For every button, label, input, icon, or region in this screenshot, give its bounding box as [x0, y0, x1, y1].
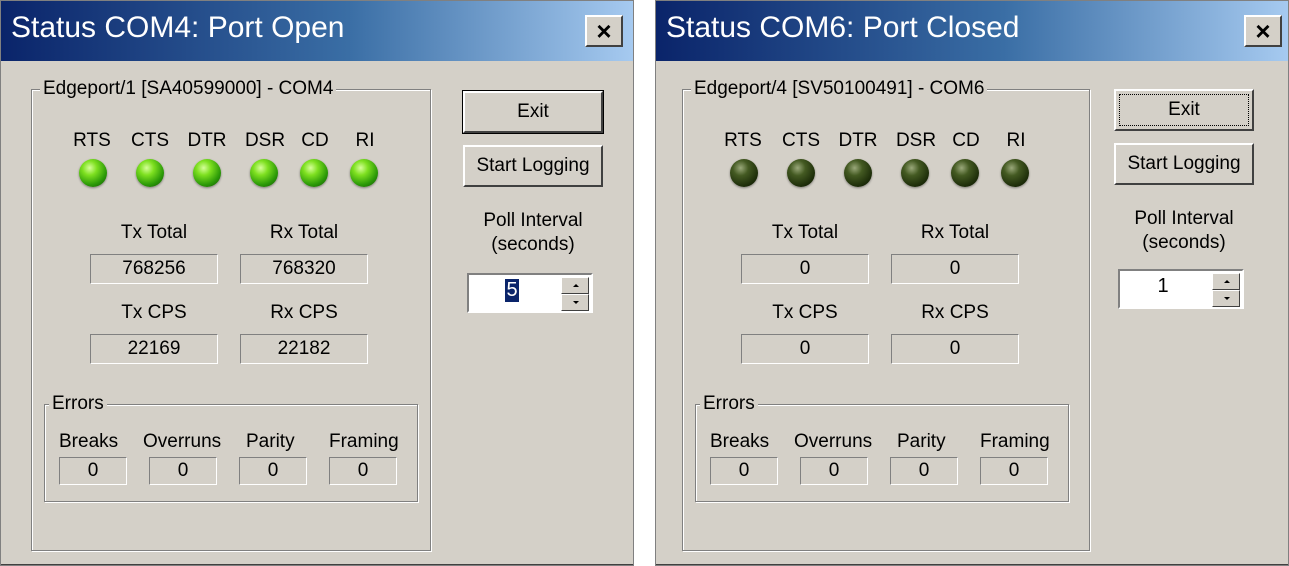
window-bottom-border	[656, 564, 1288, 565]
signal-label-ri: RI	[1006, 130, 1026, 151]
poll-interval-line2: (seconds)	[1142, 232, 1226, 253]
window-title: Status COM6: Port Closed	[666, 11, 1020, 44]
rx-total-label: Rx Total	[269, 222, 339, 243]
overruns-value: 0	[149, 457, 217, 485]
title-bar[interactable]: Status COM6: Port Closed ×	[656, 1, 1288, 61]
parity-label: Parity	[246, 431, 295, 452]
parity-value: 0	[890, 457, 958, 485]
spin-up-arrow-icon	[1224, 280, 1230, 283]
window-title: Status COM4: Port Open	[11, 11, 345, 44]
rts-led-icon	[79, 159, 107, 187]
signal-label-rts: RTS	[73, 130, 111, 151]
rx-total-label: Rx Total	[920, 222, 990, 243]
cd-led-icon	[300, 159, 328, 187]
spin-down-arrow-icon	[573, 301, 579, 304]
rx-total-value: 0	[891, 254, 1019, 284]
overruns-value: 0	[800, 457, 868, 485]
signal-label-dtr: DTR	[187, 130, 227, 151]
status-window-com6: Status COM6: Port Closed × Edgeport/4 [S…	[655, 0, 1289, 566]
signal-label-ri: RI	[355, 130, 375, 151]
breaks-label: Breaks	[59, 431, 119, 452]
tx-cps-value: 22169	[90, 334, 218, 364]
port-group: Edgeport/4 [SV50100491] - COM6 RTS CTS D…	[682, 78, 1090, 551]
framing-value: 0	[329, 457, 397, 485]
poll-interval-value[interactable]: 1	[1120, 275, 1206, 298]
start-logging-button[interactable]: Start Logging	[1114, 143, 1254, 185]
spin-up-button[interactable]	[561, 277, 589, 294]
parity-label: Parity	[897, 431, 946, 452]
ri-led-icon	[1001, 159, 1029, 187]
errors-group: Errors Breaks Overruns Parity Framing 0 …	[44, 393, 418, 502]
cts-led-icon	[136, 159, 164, 187]
ri-led-icon	[350, 159, 378, 187]
spin-down-arrow-icon	[1224, 297, 1230, 300]
signal-label-cts: CTS	[782, 130, 820, 151]
dtr-led-icon	[844, 159, 872, 187]
start-logging-label: Start Logging	[476, 155, 590, 176]
exit-button-label: Exit	[517, 101, 549, 122]
title-bar[interactable]: Status COM4: Port Open ×	[1, 1, 633, 61]
poll-interval-spinner[interactable]: 1	[1118, 269, 1244, 309]
framing-label: Framing	[329, 431, 399, 452]
exit-button-label: Exit	[1168, 99, 1200, 120]
tx-total-label: Tx Total	[120, 222, 188, 243]
tx-cps-label: Tx CPS	[121, 302, 187, 323]
breaks-label: Breaks	[710, 431, 770, 452]
poll-interval-label: Poll Interval (seconds)	[463, 209, 603, 257]
framing-value: 0	[980, 457, 1048, 485]
close-button[interactable]: ×	[585, 15, 623, 47]
spin-up-arrow-icon	[573, 284, 579, 287]
tx-total-value: 768256	[90, 254, 218, 284]
breaks-value: 0	[710, 457, 778, 485]
port-group: Edgeport/1 [SA40599000] - COM4 RTS CTS D…	[31, 78, 431, 551]
rx-cps-label: Rx CPS	[921, 302, 989, 323]
poll-interval-line1: Poll Interval	[483, 210, 583, 231]
close-button[interactable]: ×	[1244, 15, 1282, 47]
rx-cps-label: Rx CPS	[270, 302, 338, 323]
cd-led-icon	[951, 159, 979, 187]
errors-group-label: Errors	[49, 393, 107, 415]
poll-interval-label: Poll Interval (seconds)	[1114, 207, 1254, 255]
rx-total-value: 768320	[240, 254, 368, 284]
poll-interval-line1: Poll Interval	[1134, 208, 1234, 229]
close-icon: ×	[596, 16, 612, 46]
errors-group-label: Errors	[700, 393, 758, 415]
spin-up-button[interactable]	[1212, 273, 1240, 290]
start-logging-label: Start Logging	[1127, 153, 1241, 174]
exit-button[interactable]: Exit	[462, 90, 604, 134]
overruns-label: Overruns	[794, 431, 873, 452]
framing-label: Framing	[980, 431, 1050, 452]
signal-label-dtr: DTR	[838, 130, 878, 151]
tx-total-label: Tx Total	[771, 222, 839, 243]
cts-led-icon	[787, 159, 815, 187]
rts-led-icon	[730, 159, 758, 187]
status-window-com4: Status COM4: Port Open × Edgeport/1 [SA4…	[0, 0, 634, 566]
overruns-label: Overruns	[143, 431, 222, 452]
port-group-label: Edgeport/1 [SA40599000] - COM4	[40, 78, 337, 100]
dsr-led-icon	[901, 159, 929, 187]
poll-interval-spinner[interactable]: 5	[467, 273, 593, 313]
window-bottom-border	[1, 564, 633, 565]
tx-cps-label: Tx CPS	[772, 302, 838, 323]
breaks-value: 0	[59, 457, 127, 485]
start-logging-button[interactable]: Start Logging	[463, 145, 603, 187]
errors-group: Errors Breaks Overruns Parity Framing 0 …	[695, 393, 1069, 502]
exit-focus-rect: Exit	[1119, 94, 1249, 126]
spin-down-button[interactable]	[561, 294, 589, 311]
rx-cps-value: 22182	[240, 334, 368, 364]
rx-cps-value: 0	[891, 334, 1019, 364]
tx-cps-value: 0	[741, 334, 869, 364]
tx-total-value: 0	[741, 254, 869, 284]
poll-interval-value[interactable]: 5	[505, 279, 519, 302]
dsr-led-icon	[250, 159, 278, 187]
parity-value: 0	[239, 457, 307, 485]
close-icon: ×	[1255, 16, 1271, 46]
exit-button[interactable]: Exit	[1114, 89, 1254, 131]
spin-down-button[interactable]	[1212, 290, 1240, 307]
signal-label-rts: RTS	[724, 130, 762, 151]
port-group-label: Edgeport/4 [SV50100491] - COM6	[691, 78, 988, 100]
signal-label-cts: CTS	[131, 130, 169, 151]
dtr-led-icon	[193, 159, 221, 187]
poll-interval-line2: (seconds)	[491, 234, 575, 255]
